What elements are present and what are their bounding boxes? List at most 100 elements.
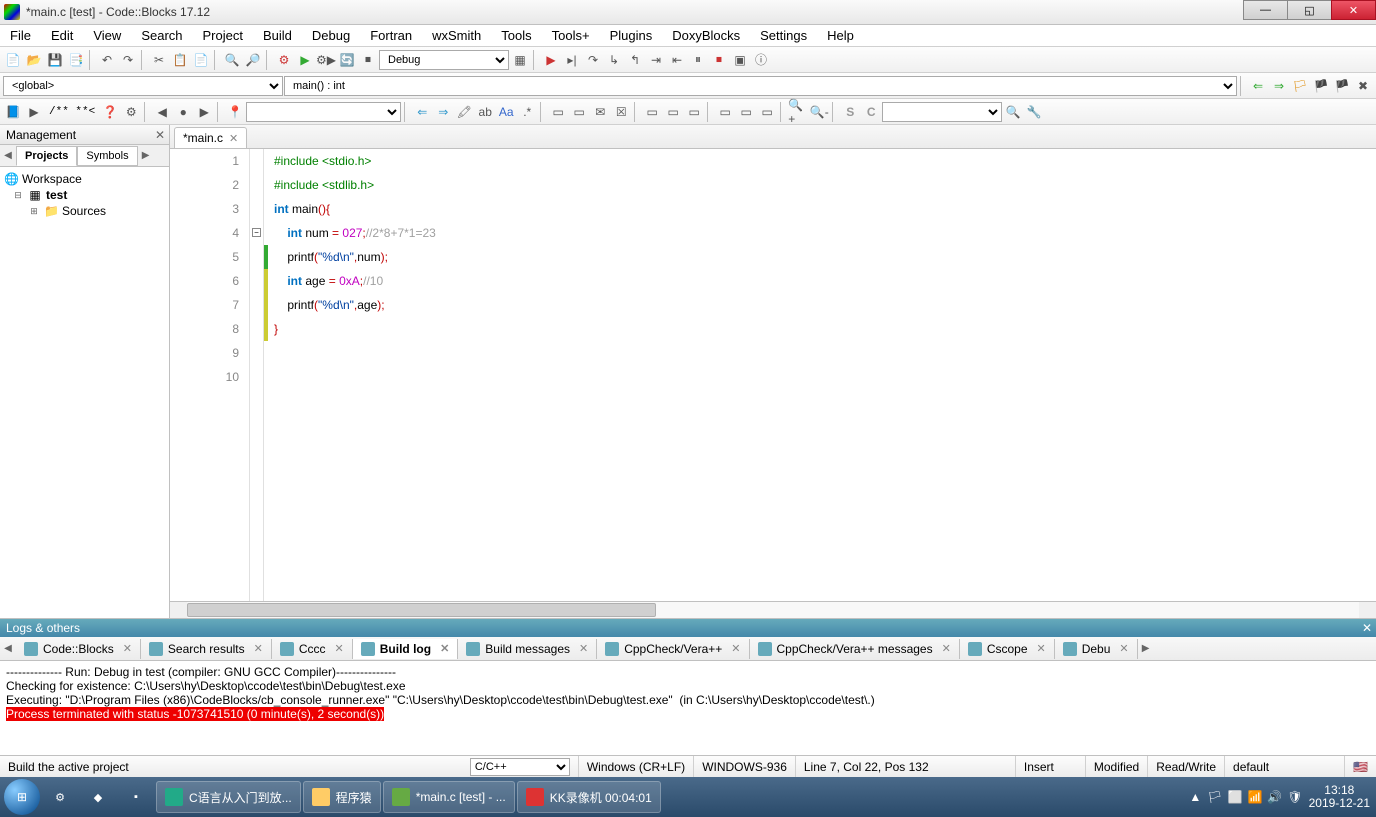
logs-scroll-left-icon[interactable]: ◀	[0, 643, 16, 654]
tool9-icon[interactable]: ▭	[736, 102, 756, 122]
search2-icon[interactable]: 🔍	[1003, 102, 1023, 122]
case-icon[interactable]: Aa	[496, 102, 516, 122]
close-button[interactable]: ✕	[1331, 0, 1376, 20]
log-tab-cppcheck-vera-messages[interactable]: CppCheck/Vera++ messages✕	[750, 639, 960, 659]
menu-file[interactable]: File	[0, 25, 41, 46]
doxy-settings-icon[interactable]: ⚙	[121, 102, 141, 122]
tree-sources[interactable]: ⊞ 📁 Sources	[4, 203, 165, 219]
task-nox-icon[interactable]: ◆	[80, 781, 116, 813]
next-bookmark-icon[interactable]: ⇒	[1269, 76, 1289, 96]
menu-tools[interactable]: Tools	[491, 25, 541, 46]
close-icon[interactable]: ✕	[254, 642, 263, 655]
run-to-cursor-icon[interactable]: ▸|	[562, 50, 582, 70]
expand-icon[interactable]: ⊟	[12, 190, 24, 201]
close-icon[interactable]: ✕	[440, 642, 449, 655]
step-instr-icon[interactable]: ⇤	[667, 50, 687, 70]
tool7-icon[interactable]: ▭	[684, 102, 704, 122]
info-icon[interactable]: ⓘ	[751, 50, 771, 70]
tool4-icon[interactable]: ☒	[611, 102, 631, 122]
sidebar-close-icon[interactable]: ✕	[155, 128, 165, 142]
tab-scroll-right-icon[interactable]: ▶	[138, 150, 154, 161]
build-target-combo[interactable]: Debug	[379, 50, 509, 70]
nav-back-icon[interactable]: ◀	[152, 102, 172, 122]
log-content[interactable]: -------------- Run: Debug in test (compi…	[0, 661, 1376, 755]
log-tab-search-results[interactable]: Search results✕	[141, 639, 272, 659]
log-tab-code-blocks[interactable]: Code::Blocks✕	[16, 639, 141, 659]
wrench-icon[interactable]: 🔧	[1024, 102, 1044, 122]
tray-icons[interactable]: 🏳 ⬜ 📶 🔊 🛡	[1207, 790, 1302, 804]
menu-project[interactable]: Project	[193, 25, 253, 46]
text-icon[interactable]: ab	[475, 102, 495, 122]
taskbar-item[interactable]: 程序猿	[303, 781, 381, 813]
menu-edit[interactable]: Edit	[41, 25, 83, 46]
goto-icon[interactable]: 📍	[225, 102, 245, 122]
close-icon[interactable]: ✕	[942, 642, 951, 655]
c-icon[interactable]: C	[861, 102, 881, 122]
next-instr-icon[interactable]: ⇥	[646, 50, 666, 70]
close-icon[interactable]: ✕	[731, 642, 740, 655]
log-tab-cppcheck-vera-[interactable]: CppCheck/Vera++✕	[597, 639, 749, 659]
hl-prev-icon[interactable]: ⇐	[412, 102, 432, 122]
debug-windows-icon[interactable]: ▣	[730, 50, 750, 70]
open-file-icon[interactable]: 📂	[24, 50, 44, 70]
tab-projects[interactable]: Projects	[16, 146, 77, 166]
tool10-icon[interactable]: ▭	[757, 102, 777, 122]
log-tab-cscope[interactable]: Cscope✕	[960, 639, 1055, 659]
highlight-icon[interactable]: 🖍	[454, 102, 474, 122]
abort-icon[interactable]: ⏹	[358, 50, 378, 70]
step-into-icon[interactable]: ↳	[604, 50, 624, 70]
code-view[interactable]: 12345678910 − #include <stdio.h>#include…	[170, 149, 1376, 601]
menu-wxsmith[interactable]: wxSmith	[422, 25, 491, 46]
menu-view[interactable]: View	[83, 25, 131, 46]
copy-icon[interactable]: 📋	[170, 50, 190, 70]
tray-shield-icon[interactable]: 🛡	[1287, 790, 1302, 804]
taskbar-item[interactable]: *main.c [test] - ...	[383, 781, 515, 813]
bookmark-next-icon[interactable]: 🏴	[1332, 76, 1352, 96]
start-button[interactable]: ⊞	[4, 779, 40, 815]
tool1-icon[interactable]: ▭	[548, 102, 568, 122]
save-all-icon[interactable]: 📑	[66, 50, 86, 70]
redo-icon[interactable]: ↷	[118, 50, 138, 70]
fold-toggle-icon[interactable]: −	[252, 228, 261, 237]
regex-icon[interactable]: .*	[517, 102, 537, 122]
save-icon[interactable]: 💾	[45, 50, 65, 70]
task-terminal-icon[interactable]: ▪	[118, 781, 154, 813]
menu-plugins[interactable]: Plugins	[600, 25, 663, 46]
prev-bookmark-icon[interactable]: ⇐	[1248, 76, 1268, 96]
close-icon[interactable]: ✕	[335, 642, 344, 655]
find-icon[interactable]: 🔍	[222, 50, 242, 70]
scope-combo[interactable]: <global>	[3, 76, 283, 96]
editor-hscrollbar[interactable]	[170, 601, 1376, 618]
tray-up-icon[interactable]: ▲	[1189, 790, 1201, 804]
log-tab-debu[interactable]: Debu✕	[1055, 639, 1138, 659]
task-gear-icon[interactable]: ⚙	[42, 781, 78, 813]
close-icon[interactable]: ✕	[123, 642, 132, 655]
expand-icon[interactable]: ⊞	[28, 206, 40, 217]
rebuild-icon[interactable]: 🔄	[337, 50, 357, 70]
doxy-run-icon[interactable]: ▶	[24, 102, 44, 122]
close-icon[interactable]: ✕	[1119, 642, 1128, 655]
tool2-icon[interactable]: ▭	[569, 102, 589, 122]
tool6-icon[interactable]: ▭	[663, 102, 683, 122]
extra-combo[interactable]	[882, 102, 1002, 122]
doxy-help-icon[interactable]: ❓	[100, 102, 120, 122]
tray-action-icon[interactable]: ⬜	[1228, 790, 1243, 804]
tray-volume-icon[interactable]: 🔊	[1267, 790, 1282, 804]
taskbar-item[interactable]: C语言从入门到放...	[156, 781, 301, 813]
close-icon[interactable]: ✕	[579, 642, 588, 655]
tool5-icon[interactable]: ▭	[642, 102, 662, 122]
menu-debug[interactable]: Debug	[302, 25, 360, 46]
menu-fortran[interactable]: Fortran	[360, 25, 422, 46]
function-combo[interactable]: main() : int	[284, 76, 1237, 96]
build-icon[interactable]: ⚙	[274, 50, 294, 70]
tree-workspace[interactable]: 🌐 Workspace	[4, 171, 165, 187]
tray-network-icon[interactable]: 📶	[1247, 790, 1262, 804]
tray-flag-icon[interactable]: 🏳	[1207, 790, 1222, 804]
tool3-icon[interactable]: ✉	[590, 102, 610, 122]
bookmark-prev-icon[interactable]: 🏴	[1311, 76, 1331, 96]
logs-close-icon[interactable]: ✕	[1362, 621, 1372, 635]
maximize-button[interactable]: ◱	[1287, 0, 1332, 20]
logs-scroll-right-icon[interactable]: ▶	[1138, 643, 1154, 654]
log-tab-cccc[interactable]: Cccc✕	[272, 639, 353, 659]
close-icon[interactable]: ✕	[1037, 642, 1046, 655]
